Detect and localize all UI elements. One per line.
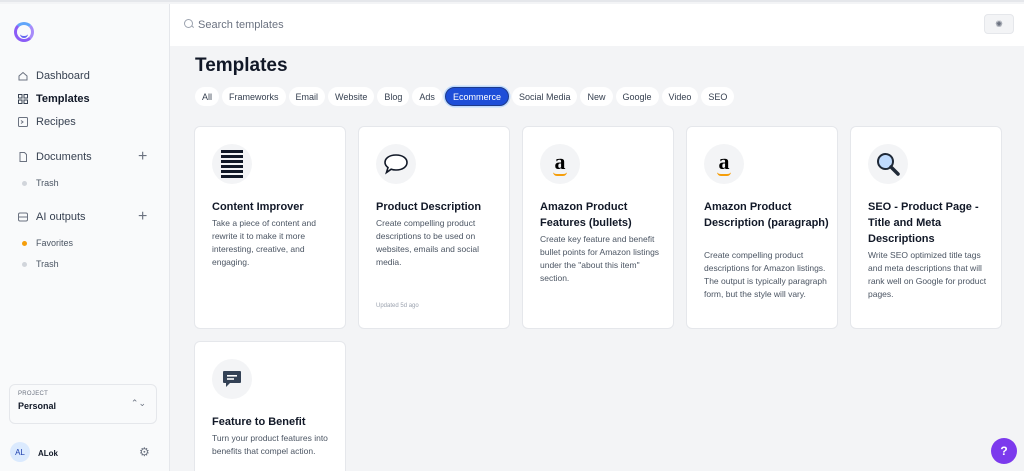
sidebar-item-label: Dashboard [36, 70, 90, 82]
sidebar-item-label: Recipes [36, 116, 76, 128]
lightbulb-icon: ✺ [995, 18, 1003, 29]
add-ai-output-button[interactable]: + [138, 209, 147, 225]
page-title: Templates [195, 55, 288, 76]
sidebar-item-label: Trash [36, 178, 59, 188]
tab-frameworks[interactable]: Frameworks [222, 87, 286, 106]
tab-blog[interactable]: Blog [377, 87, 410, 106]
chevron-updown-icon: ⌃⌄ [130, 398, 146, 408]
bullet-icon [22, 261, 27, 267]
top-bar: ✺ [170, 4, 1024, 46]
tab-ads[interactable]: Ads [412, 87, 442, 106]
bullet-icon [22, 240, 27, 246]
card-title: SEO - Product Page - Title and Meta Desc… [868, 201, 979, 245]
tab-new[interactable]: New [580, 87, 613, 106]
speech-bubble-icon [376, 144, 416, 184]
message-icon [212, 359, 252, 399]
gear-icon[interactable]: ⚙ [139, 445, 150, 459]
sidebar-item-favorites[interactable]: Favorites [22, 238, 73, 248]
inbox-icon [18, 212, 28, 222]
bullet-icon [22, 180, 27, 186]
tab-google[interactable]: Google [615, 87, 659, 106]
card-description: Take a piece of content and rewrite it t… [212, 218, 316, 267]
template-card-content-improver[interactable]: Content Improver Take a piece of content… [194, 126, 346, 329]
project-selector[interactable]: PROJECT Personal ⌃⌄ [9, 384, 157, 424]
sidebar-item-label: Templates [36, 93, 90, 105]
app-logo-icon[interactable] [14, 22, 34, 42]
magnifier-icon [868, 144, 908, 184]
card-title: Feature to Benefit [212, 416, 306, 428]
sidebar-item-label: Trash [36, 259, 59, 269]
project-label: PROJECT [18, 391, 49, 397]
lightbulb-button[interactable]: ✺ [984, 14, 1014, 34]
card-description: Create compelling product descriptions f… [704, 250, 827, 299]
template-card-amazon-product-description[interactable]: a Amazon Product Description (paragraph)… [686, 126, 838, 329]
amazon-icon: a [540, 144, 580, 184]
card-title: Amazon Product Description (paragraph) [704, 201, 829, 229]
card-description: Turn your product features into benefits… [212, 433, 328, 456]
sidebar: Dashboard Templates Recipes Documents + … [0, 4, 170, 471]
tab-ecommerce[interactable]: Ecommerce [444, 87, 509, 106]
amazon-icon: a [704, 144, 744, 184]
tab-seo[interactable]: SEO [701, 87, 735, 106]
template-card-product-description[interactable]: Product Description Create compelling pr… [358, 126, 510, 329]
sidebar-item-ai-outputs[interactable]: AI outputs [18, 211, 86, 223]
home-icon [18, 71, 28, 81]
search-input[interactable] [198, 14, 598, 36]
stacked-lines-icon [212, 144, 252, 184]
avatar[interactable]: AL [10, 442, 30, 462]
sidebar-item-label: Favorites [36, 238, 74, 248]
sidebar-item-ai-trash[interactable]: Trash [22, 259, 59, 269]
tab-all[interactable]: All [195, 87, 220, 106]
sidebar-item-recipes[interactable]: Recipes [18, 116, 76, 128]
document-icon [18, 152, 28, 162]
card-title: Product Description [376, 201, 482, 213]
sidebar-item-label: Documents [36, 151, 92, 163]
terminal-icon [18, 117, 28, 127]
tab-email[interactable]: Email [288, 87, 326, 106]
card-description: Write SEO optimized title tags and meta … [868, 250, 987, 299]
sidebar-item-templates[interactable]: Templates [18, 93, 90, 105]
sidebar-item-documents-trash[interactable]: Trash [22, 178, 59, 188]
card-updated-time: Updated 5d ago [376, 303, 419, 309]
tab-social-media[interactable]: Social Media [511, 87, 578, 106]
card-title: Content Improver [212, 201, 304, 213]
template-card-feature-to-benefit[interactable]: Feature to Benefit Turn your product fea… [194, 341, 346, 471]
project-value: Personal [18, 401, 57, 411]
user-name: ALok [38, 449, 58, 458]
card-title: Amazon Product Features (bullets) [540, 201, 632, 229]
sidebar-item-documents[interactable]: Documents [18, 151, 92, 163]
sidebar-item-dashboard[interactable]: Dashboard [18, 70, 90, 82]
sidebar-item-label: AI outputs [36, 211, 86, 223]
tab-video[interactable]: Video [661, 87, 699, 106]
category-tabs: All Frameworks Email Website Blog Ads Ec… [195, 87, 735, 106]
card-description: Create key feature and benefit bullet po… [540, 234, 660, 283]
card-description: Create compelling product descriptions t… [376, 218, 479, 267]
template-card-amazon-product-features[interactable]: a Amazon Product Features (bullets) Crea… [522, 126, 674, 329]
search-icon [184, 19, 193, 28]
help-button[interactable]: ? [991, 438, 1017, 464]
grid-icon [18, 94, 28, 104]
add-document-button[interactable]: + [138, 149, 147, 165]
tab-website[interactable]: Website [328, 87, 375, 106]
template-card-seo-product-page[interactable]: SEO - Product Page - Title and Meta Desc… [850, 126, 1002, 329]
